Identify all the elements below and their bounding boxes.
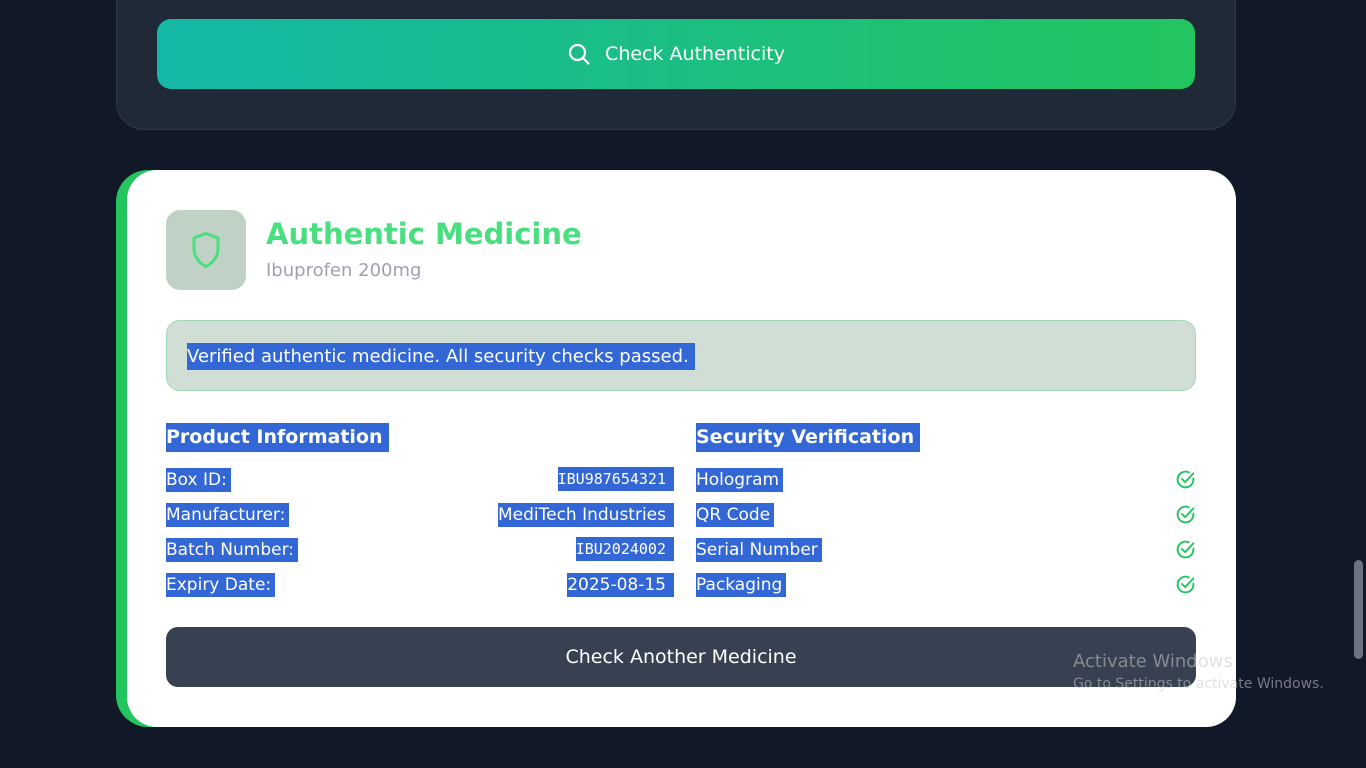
serial-number-label: Serial Number bbox=[696, 538, 822, 562]
expiry-date-value: 2025-08-15 bbox=[567, 573, 674, 597]
check-authenticity-button[interactable]: Check Authenticity bbox=[157, 19, 1195, 89]
hologram-label: Hologram bbox=[696, 468, 784, 492]
check-circle-icon bbox=[1176, 575, 1195, 594]
qr-code-label: QR Code bbox=[696, 503, 775, 527]
manufacturer-value: MediTech Industries bbox=[497, 503, 674, 527]
search-icon bbox=[568, 43, 590, 65]
product-info-heading: Product Information bbox=[166, 423, 389, 452]
packaging-label: Packaging bbox=[696, 573, 787, 597]
box-id-label: Box ID: bbox=[166, 468, 231, 492]
security-heading: Security Verification bbox=[696, 423, 921, 452]
result-title: Authentic Medicine bbox=[266, 217, 582, 251]
product-name: Ibuprofen 200mg bbox=[266, 260, 422, 281]
batch-number-label: Batch Number: bbox=[166, 538, 298, 562]
check-authenticity-label: Check Authenticity bbox=[605, 43, 785, 65]
manufacturer-label: Manufacturer: bbox=[166, 503, 290, 527]
box-id-value: IBU987654321 bbox=[557, 467, 674, 491]
status-badge bbox=[166, 210, 246, 290]
check-circle-icon bbox=[1176, 470, 1195, 489]
batch-number-value: IBU2024002 bbox=[575, 537, 674, 561]
check-circle-icon bbox=[1176, 505, 1195, 524]
expiry-date-label: Expiry Date: bbox=[166, 573, 276, 597]
activate-windows-title: Activate Windows bbox=[1073, 651, 1233, 672]
check-circle-icon bbox=[1176, 540, 1195, 559]
shield-icon bbox=[192, 232, 220, 268]
verification-notice-text: Verified authentic medicine. All securit… bbox=[187, 343, 695, 370]
scrollbar-thumb[interactable] bbox=[1354, 560, 1363, 659]
check-another-button[interactable]: Check Another Medicine bbox=[166, 627, 1196, 687]
activate-windows-subtitle: Go to Settings to activate Windows. bbox=[1073, 676, 1324, 692]
